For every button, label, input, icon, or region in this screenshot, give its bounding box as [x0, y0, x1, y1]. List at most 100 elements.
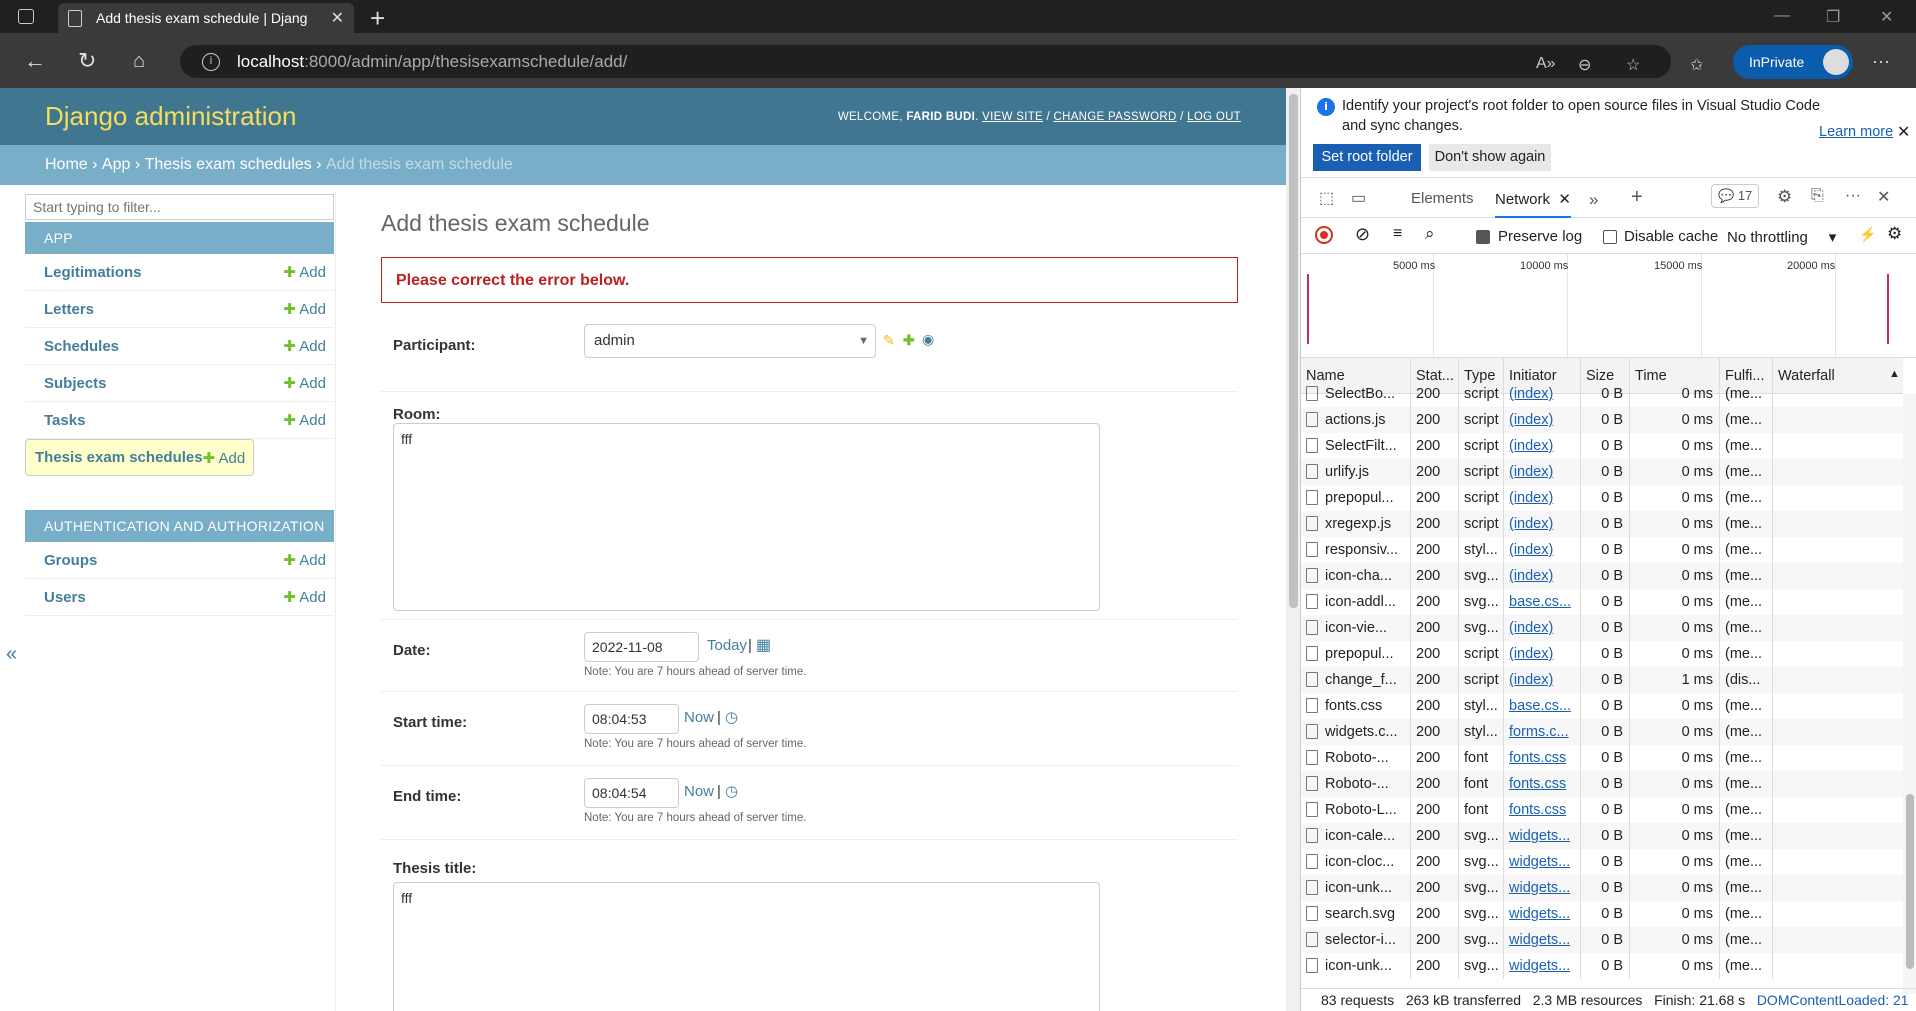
refresh-icon[interactable]: ↻	[78, 50, 96, 72]
initiator-cell[interactable]: base.cs...	[1504, 693, 1581, 719]
now-link[interactable]: Now	[684, 709, 714, 726]
filter-icon[interactable]: ≡	[1393, 225, 1402, 243]
model-link[interactable]: Subjects	[44, 375, 107, 392]
tab-network[interactable]: Network ✕	[1495, 190, 1571, 218]
date-input[interactable]: 2022-11-08	[584, 632, 699, 662]
record-icon[interactable]	[1315, 226, 1333, 244]
room-textarea[interactable]: fff	[393, 423, 1100, 611]
close-window-icon[interactable]: ✕	[1880, 7, 1893, 27]
toggle-sidebar-button[interactable]: «	[6, 643, 17, 666]
table-row[interactable]: icon-unk... 200 svg... widgets... 0 B0 ms (me…	[1301, 953, 1903, 979]
add-link[interactable]: ✚ Add	[283, 300, 326, 318]
more-options-icon[interactable]: ···	[1845, 187, 1861, 205]
table-row[interactable]: Roboto-... 200 font fonts.css 0 B0 ms (me...	[1301, 745, 1903, 771]
initiator-cell[interactable]: (index)	[1504, 563, 1581, 589]
favorites-icon[interactable]: ✩	[1690, 55, 1703, 75]
initiator-cell[interactable]: (index)	[1504, 485, 1581, 511]
new-tab-icon[interactable]: +	[370, 3, 385, 34]
initiator-cell[interactable]: base.cs...	[1504, 589, 1581, 615]
initiator-cell[interactable]: widgets...	[1504, 875, 1581, 901]
page-scrollbar[interactable]	[1286, 88, 1300, 1011]
initiator-cell[interactable]: (index)	[1504, 615, 1581, 641]
start-time-input[interactable]: 08:04:53	[584, 704, 679, 734]
url-field[interactable]: i localhost:8000/admin/app/thesisexamsch…	[180, 45, 1671, 78]
close-tab-icon[interactable]: ✕	[1558, 191, 1571, 208]
site-branding[interactable]: Django administration	[45, 101, 296, 132]
view-site-link[interactable]: VIEW SITE	[982, 111, 1043, 123]
table-row[interactable]: Roboto-... 200 font fonts.css 0 B0 ms (me...	[1301, 771, 1903, 797]
module-caption[interactable]: AUTHENTICATION AND AUTHORIZATION	[25, 510, 334, 542]
module-caption[interactable]: APP	[25, 222, 334, 254]
view-eye-icon[interactable]: ◉	[922, 331, 934, 348]
initiator-cell[interactable]: (index)	[1504, 407, 1581, 433]
add-link[interactable]: ✚ Add	[283, 263, 326, 281]
table-row[interactable]: icon-unk... 200 svg... widgets... 0 B0 ms (me…	[1301, 875, 1903, 901]
clock-icon[interactable]: ◷	[725, 708, 738, 726]
table-row[interactable]: urlify.js 200 script (index) 0 B0 ms (me...	[1301, 459, 1903, 485]
initiator-cell[interactable]: (index)	[1504, 433, 1581, 459]
dont-show-again-button[interactable]: Don't show again	[1429, 144, 1551, 171]
inprivate-button[interactable]: InPrivate	[1733, 45, 1853, 79]
add-link[interactable]: ✚ Add	[283, 588, 326, 606]
device-toolbar-icon[interactable]: ▭	[1351, 188, 1366, 208]
initiator-cell[interactable]: (index)	[1504, 537, 1581, 563]
search-icon[interactable]: ⌕	[1425, 224, 1435, 244]
model-link[interactable]: Legitimations	[44, 264, 142, 281]
table-row[interactable]: xregexp.js 200 script (index) 0 B0 ms (me...	[1301, 511, 1903, 537]
add-link[interactable]: ✚ Add	[203, 449, 246, 467]
minimize-icon[interactable]: —	[1774, 7, 1790, 25]
model-link[interactable]: Users	[44, 589, 86, 606]
initiator-cell[interactable]: fonts.css	[1504, 745, 1581, 771]
model-link[interactable]: Schedules	[44, 338, 119, 355]
today-link[interactable]: Today	[707, 637, 747, 654]
learn-more-link[interactable]: Learn more	[1819, 124, 1893, 140]
tab-elements[interactable]: Elements	[1411, 190, 1474, 207]
table-row[interactable]: widgets.c... 200 styl... forms.c... 0 B0 ms(…	[1301, 719, 1903, 745]
add-tab-icon[interactable]: +	[1631, 186, 1643, 209]
table-row[interactable]: change_f... 200 script (index) 0 B1 ms (dis..…	[1301, 667, 1903, 693]
table-row[interactable]: icon-cale... 200 svg... widgets... 0 B0 ms (m…	[1301, 823, 1903, 849]
tab-actions-icon[interactable]	[18, 9, 34, 24]
close-icon[interactable]: ✕	[1897, 122, 1910, 141]
scrollbar-thumb[interactable]	[1906, 794, 1914, 969]
issues-badge[interactable]: 💬 17	[1711, 184, 1760, 208]
table-row[interactable]: selector-i... 200 svg... widgets... 0 B0 ms(…	[1301, 927, 1903, 953]
set-root-folder-button[interactable]: Set root folder	[1313, 144, 1421, 171]
table-row[interactable]: prepopul... 200 script (index) 0 B0 ms (me...	[1301, 485, 1903, 511]
participant-select[interactable]: admin ▼	[584, 324, 876, 358]
table-row[interactable]: actions.js 200 script (index) 0 B0 ms (me...	[1301, 407, 1903, 433]
clear-icon[interactable]: ⊘	[1355, 224, 1370, 245]
breadcrumb-model[interactable]: Thesis exam schedules	[145, 156, 312, 174]
table-row[interactable]: icon-vie... 200 svg... (index) 0 B0 ms (me...	[1301, 615, 1903, 641]
settings-icon[interactable]: ⚙	[1777, 187, 1792, 207]
zoom-icon[interactable]: ⊖	[1578, 55, 1591, 75]
end-time-input[interactable]: 08:04:54	[584, 778, 679, 808]
more-icon[interactable]: ···	[1872, 51, 1890, 72]
add-link[interactable]: ✚ Add	[283, 374, 326, 392]
calendar-icon[interactable]: ▦	[756, 635, 771, 655]
back-icon[interactable]: ←	[24, 50, 46, 72]
initiator-cell[interactable]: widgets...	[1504, 901, 1581, 927]
thesis-title-textarea[interactable]: fff	[393, 882, 1100, 1011]
close-tab-icon[interactable]: ✕	[331, 8, 344, 28]
initiator-cell[interactable]: widgets...	[1504, 953, 1581, 979]
table-row[interactable]: fonts.css 200 styl... base.cs... 0 B0 ms (me.…	[1301, 693, 1903, 719]
table-row[interactable]: SelectBo... 200 script (index) 0 B0 ms (me...	[1301, 381, 1903, 407]
more-tabs-icon[interactable]: »	[1589, 190, 1598, 210]
table-row[interactable]: SelectFilt... 200 script (index) 0 B0 ms (me.…	[1301, 433, 1903, 459]
sort-up-icon[interactable]: ▲	[1889, 368, 1900, 380]
table-row[interactable]: prepopul... 200 script (index) 0 B0 ms (me...	[1301, 641, 1903, 667]
site-info-icon[interactable]: i	[202, 52, 220, 71]
initiator-cell[interactable]: fonts.css	[1504, 771, 1581, 797]
add-favorite-icon[interactable]: ☆	[1626, 55, 1640, 75]
table-row[interactable]: icon-addl... 200 svg... base.cs... 0 B0 ms (m…	[1301, 589, 1903, 615]
inspect-icon[interactable]: ⬚	[1319, 188, 1334, 208]
table-row[interactable]: Roboto-L... 200 font fonts.css 0 B0 ms (me...	[1301, 797, 1903, 823]
add-link[interactable]: ✚ Add	[283, 411, 326, 429]
clock-icon[interactable]: ◷	[725, 782, 738, 800]
initiator-cell[interactable]: (index)	[1504, 667, 1581, 693]
model-link[interactable]: Tasks	[44, 412, 85, 429]
initiator-cell[interactable]: (index)	[1504, 641, 1581, 667]
restore-icon[interactable]: ❐	[1826, 7, 1840, 27]
initiator-cell[interactable]: forms.c...	[1504, 719, 1581, 745]
